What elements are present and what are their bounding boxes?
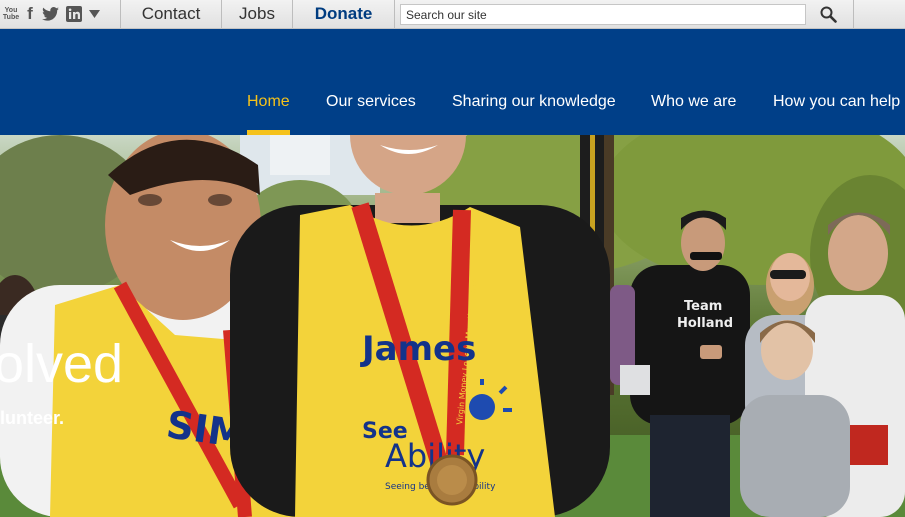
youtube-icon[interactable]: You Tube [3,5,19,23]
nav-item-who-we-are[interactable]: Who we are [651,93,736,111]
main-header: Home Our services Sharing our knowledge … [0,29,905,135]
main-navigation: Home Our services Sharing our knowledge … [0,29,905,135]
nav-item-our-services[interactable]: Our services [326,93,416,111]
search-icon [820,6,837,23]
contact-link[interactable]: Contact [121,0,222,28]
more-dropdown-chevron-icon[interactable] [89,10,100,18]
bib-name-james: James [360,329,476,369]
search-input[interactable] [400,4,806,25]
hero-banner: Team Holland Virgin Money London Maratho… [0,135,905,517]
shirt-text-line1: Team [684,299,722,314]
social-links: You Tube f [0,0,121,28]
linkedin-icon[interactable] [66,6,82,22]
shirt-text-line2: Holland [677,316,733,331]
nav-item-home[interactable]: Home [247,93,290,111]
nav-item-sharing-our-knowledge[interactable]: Sharing our knowledge [452,93,616,111]
jobs-link[interactable]: Jobs [222,0,293,28]
twitter-icon[interactable] [42,7,59,21]
donate-link[interactable]: Donate [293,0,395,28]
facebook-icon[interactable]: f [25,4,35,24]
utility-bar: You Tube f Contact Jobs Donate [0,0,905,29]
hero-title: olved [0,334,124,394]
hero-subtitle: lunteer. [0,408,65,428]
search-form [395,0,854,28]
nav-item-how-you-can-help[interactable]: How you can help [773,93,900,111]
hero-photo: Team Holland Virgin Money London Maratho… [0,135,905,517]
search-button[interactable] [813,3,843,25]
